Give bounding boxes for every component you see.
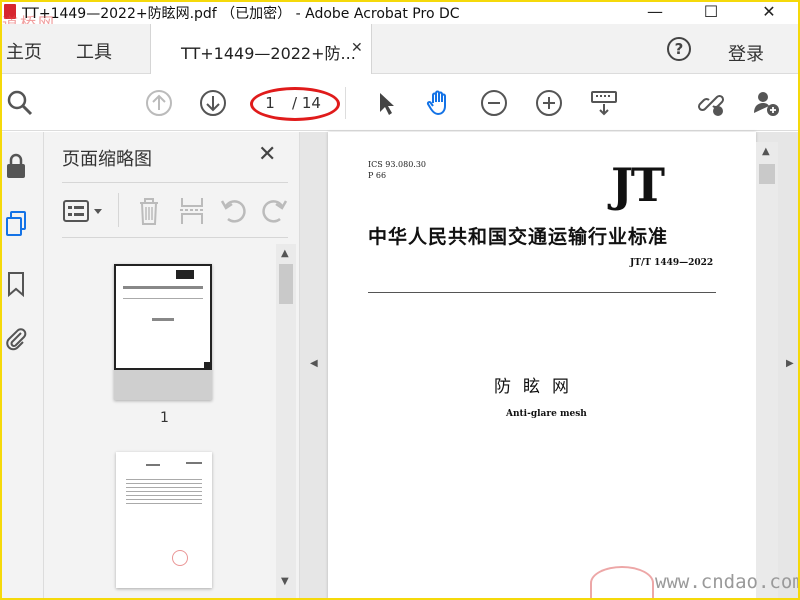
keyboard-tools-icon[interactable] — [590, 89, 618, 117]
scroll-up-arrow[interactable]: ▲ — [281, 248, 289, 259]
attachment-icon[interactable] — [4, 324, 28, 352]
standard-organization: 中华人民共和国交通运输行业标准 — [368, 226, 669, 248]
tab-document[interactable]: TT+1449—2022+防... ✕ — [150, 24, 372, 74]
tab-close-button[interactable]: ✕ — [351, 40, 363, 56]
document-title-cn: 防眩网 — [494, 377, 581, 397]
window-title: TT+1449—2022+防眩网.pdf （已加密） - Adobe Acrob… — [22, 6, 460, 22]
lock-icon[interactable] — [4, 152, 28, 180]
document-title-en: Anti-glare mesh — [506, 409, 587, 419]
thumb-rule — [123, 298, 203, 299]
tools-divider — [118, 193, 119, 227]
login-button[interactable]: 登录 — [728, 40, 764, 66]
thumbnail-selection — [114, 264, 212, 370]
thumb-logo-mark — [176, 270, 194, 279]
standard-code: JT/T 1449—2022 — [630, 258, 714, 268]
bookmark-icon[interactable] — [4, 270, 28, 298]
thumbnail-list: 1 — [44, 244, 300, 600]
tab-bar: 主页 工具 TT+1449—2022+防... ✕ ? 登录 — [0, 24, 800, 74]
thumb-footer — [114, 370, 212, 400]
thumb-stamp — [172, 550, 188, 566]
collapse-right-arrow[interactable]: ▶ — [786, 358, 794, 369]
document-scrollbar[interactable] — [756, 142, 778, 600]
toolbar-divider — [345, 87, 346, 119]
jt-logo: JT — [611, 158, 665, 212]
thumbnails-panel: 页面缩略图 ✕ 1 ▲ ▼ — [44, 132, 300, 600]
header-rule — [368, 292, 716, 293]
select-cursor-icon[interactable] — [372, 89, 400, 117]
thumbnail-number: 1 — [160, 410, 169, 426]
maximize-button[interactable]: ☐ — [700, 2, 722, 22]
thumb-toc — [126, 476, 202, 506]
ics-code: ICS 93.080.30 — [368, 160, 427, 169]
close-window-button[interactable]: ✕ — [758, 2, 780, 22]
thumb-corner — [204, 362, 210, 368]
page-highlight-annotation — [250, 87, 340, 121]
extract-pages-icon[interactable] — [178, 196, 206, 226]
toolbar: 1 / 14 — [0, 75, 800, 131]
watermark-url: www.cndao.com — [655, 571, 800, 593]
share-link-icon[interactable] — [697, 89, 725, 117]
zoom-out-icon[interactable] — [480, 89, 508, 117]
help-icon[interactable]: ? — [667, 37, 691, 61]
tab-tools[interactable]: 工具 — [76, 38, 112, 64]
thumb-code — [186, 462, 202, 464]
thumb-heading — [146, 464, 160, 466]
panel-toolbar — [62, 182, 288, 238]
watermark-stamp — [590, 566, 654, 600]
search-icon[interactable] — [6, 89, 34, 117]
doc-scroll-up-arrow[interactable]: ▲ — [762, 146, 770, 157]
p-code: P 66 — [368, 171, 387, 180]
options-menu-icon[interactable] — [62, 197, 108, 225]
rotate-left-icon[interactable] — [220, 196, 248, 226]
tab-home[interactable]: 主页 — [6, 38, 42, 64]
panel-title: 页面缩略图 — [62, 149, 152, 170]
collapse-left-arrow[interactable]: ◀ — [310, 358, 318, 369]
thumb-line — [123, 286, 203, 289]
document-view: ◀ ICS 93.080.30 P 66 JT 中华人民共和国交通运输行业标准 … — [300, 132, 800, 600]
thumb-title — [152, 318, 174, 321]
thumbnail-page-2[interactable] — [116, 452, 212, 588]
add-user-icon[interactable] — [752, 89, 780, 117]
thumbnail-scroll-thumb[interactable] — [279, 264, 293, 304]
panel-close-button[interactable]: ✕ — [258, 142, 276, 167]
rotate-right-icon[interactable] — [260, 196, 288, 226]
thumbnail-page-1[interactable] — [114, 264, 212, 400]
pdf-page: ICS 93.080.30 P 66 JT 中华人民共和国交通运输行业标准 JT… — [328, 132, 756, 600]
document-scroll-thumb[interactable] — [759, 164, 775, 184]
page-thumbnails-icon[interactable] — [4, 210, 28, 238]
delete-icon[interactable] — [136, 196, 162, 226]
left-rail — [0, 132, 44, 600]
prev-page-icon[interactable] — [145, 89, 173, 117]
minimize-button[interactable]: — — [644, 2, 666, 22]
next-page-icon[interactable] — [199, 89, 227, 117]
title-bar: TT+1449—2022+防眩网.pdf （已加密） - Adobe Acrob… — [0, 0, 800, 24]
scroll-down-arrow[interactable]: ▼ — [281, 576, 289, 587]
zoom-in-icon[interactable] — [535, 89, 563, 117]
tab-document-label: TT+1449—2022+防... — [181, 44, 356, 63]
hand-tool-icon[interactable] — [425, 89, 453, 117]
